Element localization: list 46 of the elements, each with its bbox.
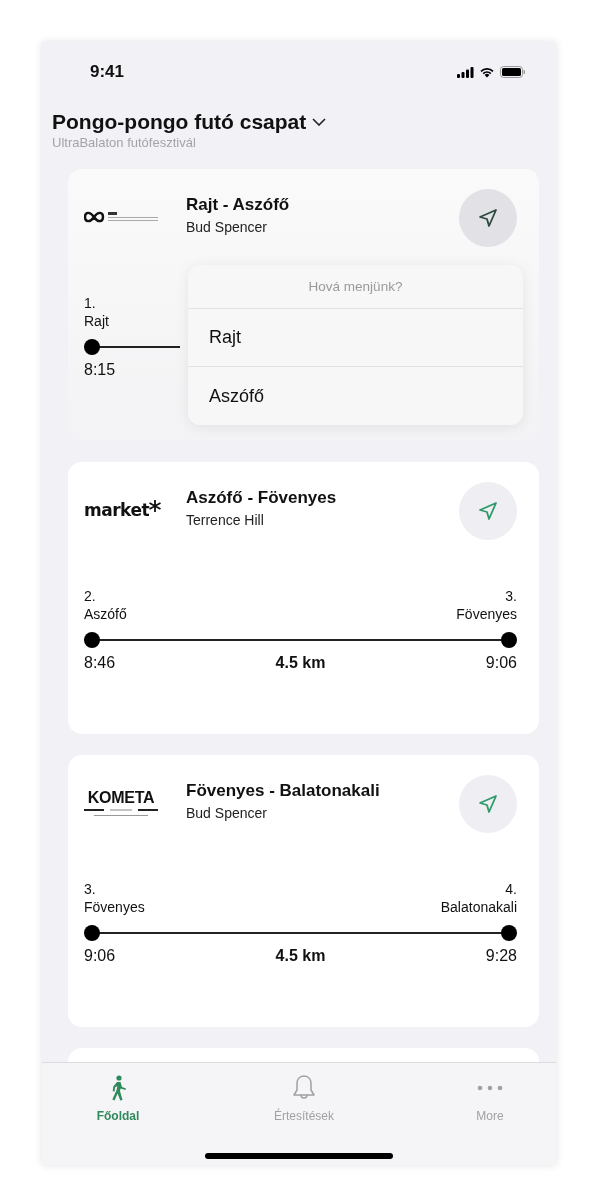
asterisk-icon	[149, 500, 162, 512]
stop-name: Balatonakali	[440, 898, 517, 916]
start-time: 8:46	[84, 654, 116, 672]
stop-number: 3.	[504, 587, 517, 605]
signal-icon	[457, 66, 474, 78]
start-time: 9:06	[84, 947, 116, 965]
menu-option[interactable]: Aszófő	[188, 367, 523, 425]
menu-option[interactable]: Rajt	[188, 309, 523, 367]
stop-name: Aszófő	[84, 605, 127, 623]
runner-name: Bud Spencer	[186, 219, 268, 235]
infinity-logo-icon	[84, 209, 160, 225]
stop-name: Fövenyes	[84, 898, 145, 916]
distance: 4.5 km	[275, 947, 326, 965]
status-time: 9:41	[90, 62, 125, 82]
bell-icon	[292, 1074, 316, 1102]
distance: 4.5 km	[275, 654, 326, 672]
send-icon	[476, 499, 500, 523]
chevron-down-icon[interactable]	[312, 118, 327, 126]
more-dots-icon	[477, 1085, 503, 1091]
stop-number: 1.	[84, 294, 97, 312]
send-icon	[476, 206, 500, 230]
route-title: Fövenyes - Balatonakali	[186, 781, 381, 801]
tab[interactable]: More	[450, 1071, 530, 1123]
end-time: 9:06	[485, 654, 517, 672]
runner-name: Terrence Hill	[186, 512, 265, 528]
logo-text: KOMETA	[87, 789, 155, 807]
send-icon	[476, 792, 500, 816]
team-title: Pongo-pongo futó csapat	[52, 110, 307, 134]
wifi-icon	[479, 66, 495, 78]
route-title: Rajt - Aszófő	[186, 195, 291, 215]
end-time: 9:28	[485, 947, 517, 965]
stop-number: 3.	[84, 880, 97, 898]
logo-lines-icon	[84, 807, 158, 817]
stop-number: 4.	[504, 880, 517, 898]
battery-icon	[500, 66, 526, 78]
stop-name: Rajt	[84, 312, 109, 330]
logo-text: market	[84, 500, 150, 520]
route-title: Aszófő - Fövenyes	[186, 488, 338, 508]
start-time: 8:15	[84, 361, 116, 379]
menu-title: Hová menjünk?	[188, 265, 523, 309]
tab[interactable]: Értesítések	[264, 1071, 344, 1123]
tab[interactable]: Főoldal	[78, 1071, 158, 1123]
stop-name: Fövenyes	[456, 605, 517, 623]
stop-number: 2.	[84, 587, 97, 605]
runner-name: Bud Spencer	[186, 805, 268, 821]
event-subtitle: UltraBalaton futófesztivál	[52, 135, 197, 150]
